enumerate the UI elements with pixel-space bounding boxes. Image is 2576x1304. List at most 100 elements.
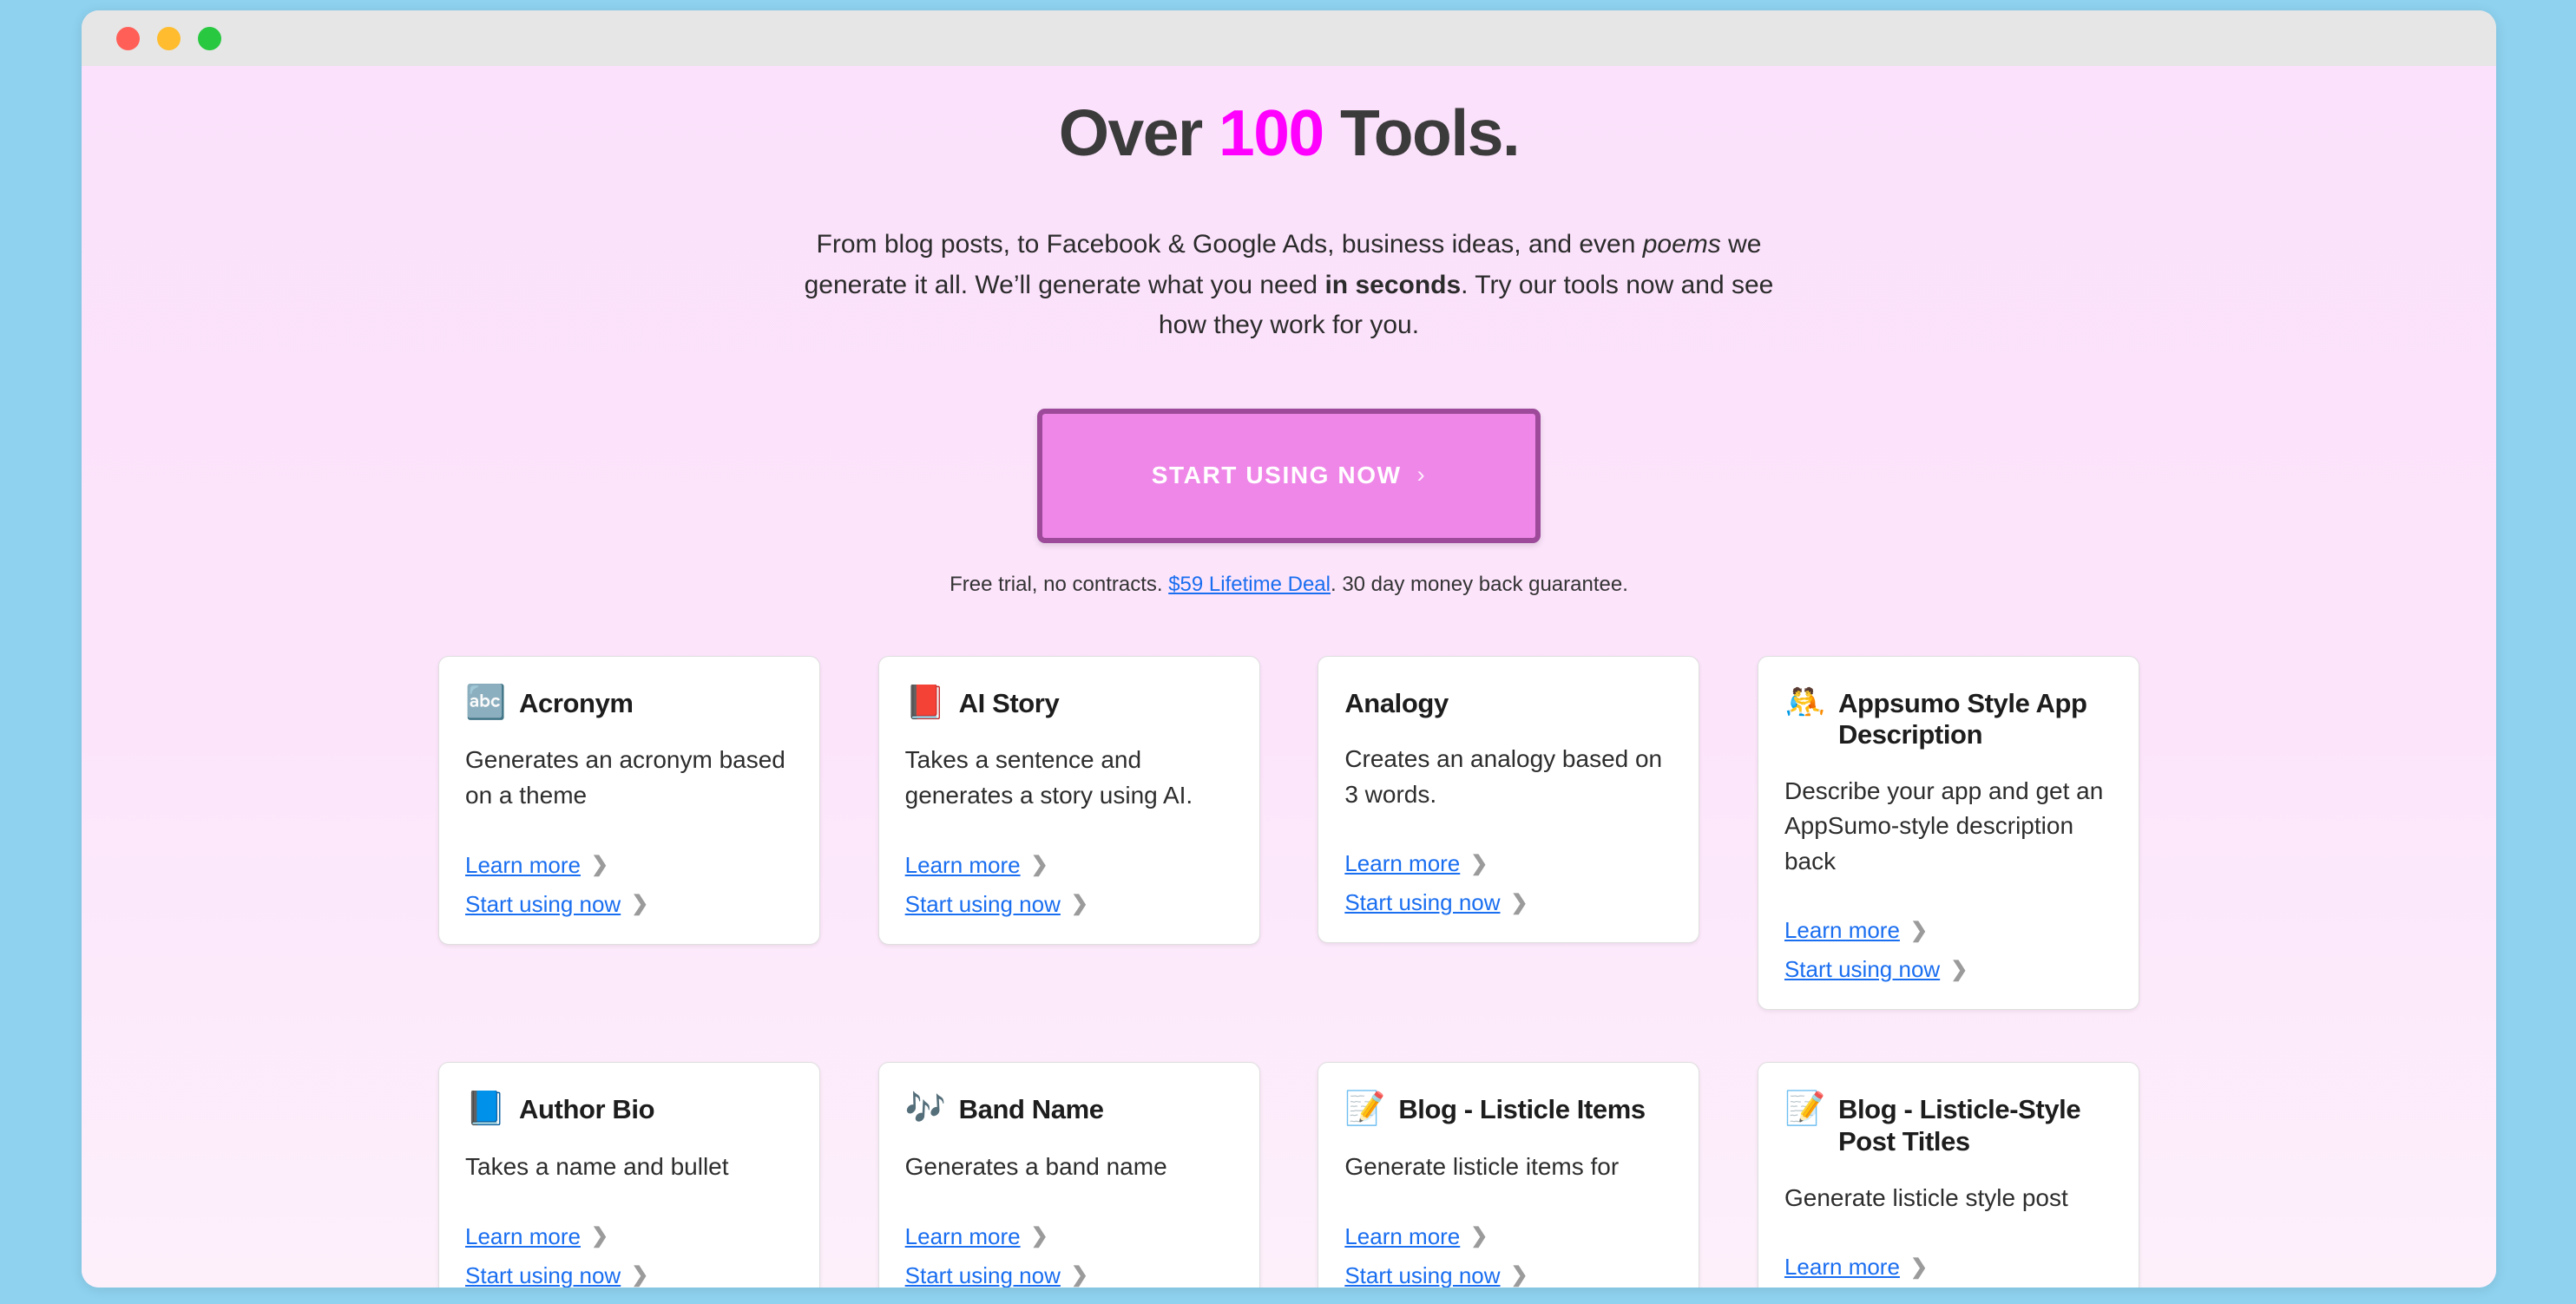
abc-icon: 🔤 bbox=[465, 684, 507, 721]
learn-more-label: Learn more bbox=[465, 851, 581, 878]
chevron-right-icon: ❯ bbox=[1070, 1263, 1088, 1288]
tool-card-description: Takes a sentence and generates a story u… bbox=[904, 746, 1193, 809]
headline-post: Tools. bbox=[1323, 96, 1521, 169]
chevron-right-icon: ❯ bbox=[631, 892, 649, 916]
lifetime-deal-link[interactable]: $59 Lifetime Deal bbox=[1168, 573, 1331, 596]
chevron-right-icon: ❯ bbox=[1030, 853, 1048, 877]
learn-more-label: Learn more bbox=[1344, 1222, 1461, 1249]
tool-card-title: AI Story bbox=[958, 687, 1060, 718]
scroll-quill-icon: 📝 bbox=[1344, 1091, 1386, 1128]
learn-more-link[interactable]: Learn more ❯ bbox=[1344, 1223, 1488, 1250]
chevron-right-icon: ❯ bbox=[1950, 957, 1968, 981]
headline-pre: Over bbox=[1058, 96, 1219, 169]
tools-grid: 🔤 Acronym Generates an acronym based on a … bbox=[438, 655, 2139, 1288]
tool-card-links: Learn more❯Start using now❯ bbox=[465, 1223, 793, 1288]
sumo-wrestler-icon: 🤼 bbox=[1784, 684, 1826, 721]
chevron-right-icon: ❯ bbox=[1470, 851, 1488, 875]
tool-card-links: Learn more ❯ Start using now ❯ bbox=[905, 852, 1233, 918]
learn-more-link[interactable]: Learn more ❯ bbox=[1784, 917, 1928, 944]
start-using-now-link[interactable]: Start using now ❯ bbox=[1344, 889, 1528, 916]
tool-card[interactable]: 📝 Blog - Listicle Items Generate listicle … bbox=[1318, 1062, 1700, 1288]
chevron-right-icon: ❯ bbox=[1510, 890, 1528, 914]
start-using-now-label: Start using now bbox=[904, 890, 1061, 917]
hero-subtext: From blog posts, to Facebook & Google Ad… bbox=[777, 225, 1801, 346]
chevron-right-icon: ❯ bbox=[631, 1263, 649, 1288]
music-notes-icon: 🎶 bbox=[904, 1091, 946, 1128]
tool-card-header: 📘 Author Bio bbox=[465, 1092, 793, 1127]
learn-more-link[interactable]: Learn more ❯ bbox=[465, 1223, 608, 1250]
tool-card-description: Takes a name and bullet bbox=[465, 1153, 729, 1181]
tool-card[interactable]: 🤼 Appsumo Style App Description Describe y… bbox=[1757, 655, 2139, 1011]
tool-card-description: Creates an analogy based on 3 words. bbox=[1344, 745, 1663, 808]
start-using-now-label: Start using now bbox=[1784, 956, 1941, 983]
tool-card-description: Generates a band name bbox=[904, 1153, 1167, 1181]
closed-book-icon: 📕 bbox=[904, 684, 946, 721]
tool-card-links: Learn more❯Start using now❯ bbox=[905, 1223, 1233, 1288]
tool-card[interactable]: 📕 AI Story Takes a sentence and generates … bbox=[877, 655, 1260, 945]
tool-card[interactable]: Analogy Creates an analogy based on 3 wor… bbox=[1318, 655, 1700, 944]
learn-more-link[interactable]: Learn more ❯ bbox=[905, 852, 1048, 879]
start-using-now-link[interactable]: Start using now ❯ bbox=[905, 1262, 1088, 1288]
learn-more-link[interactable]: Learn more ❯ bbox=[1784, 1254, 1928, 1281]
hero-section: Over 100 Tools. From blog posts, to Face… bbox=[82, 66, 2496, 597]
start-using-now-link[interactable]: Start using now ❯ bbox=[465, 1262, 648, 1288]
tool-card-description: Generates an acronym based on a theme bbox=[465, 746, 785, 809]
tool-card-description: Generate listicle items for bbox=[1344, 1153, 1620, 1181]
tool-card-header: 🤼 Appsumo Style App Description bbox=[1784, 684, 2113, 751]
tool-card-header: 📕 AI Story bbox=[904, 684, 1233, 721]
start-using-now-label: Start using now bbox=[465, 890, 621, 917]
learn-more-label: Learn more bbox=[1784, 1254, 1900, 1281]
tool-card[interactable]: 🎶 Band Name Generates a band name Learn mor… bbox=[877, 1062, 1260, 1288]
start-using-now-link[interactable]: Start using now ❯ bbox=[465, 891, 648, 918]
tool-card-links: Learn more❯Start using now❯ bbox=[1344, 850, 1672, 916]
tool-card-header: 📝 Blog - Listicle-Style Post Titles bbox=[1784, 1092, 2113, 1157]
minimize-window-button[interactable] bbox=[157, 26, 181, 50]
start-using-now-link[interactable]: Start using now ❯ bbox=[1344, 1262, 1528, 1288]
tool-card[interactable]: 📝 Blog - Listicle-Style Post Titles Genera… bbox=[1757, 1062, 2139, 1288]
tool-card[interactable]: 📘 Author Bio Takes a name and bullet Learn … bbox=[438, 1062, 820, 1288]
learn-more-link[interactable]: Learn more ❯ bbox=[465, 852, 608, 879]
start-using-now-button[interactable]: START USING NOW › bbox=[1037, 408, 1541, 543]
tool-card-links: Learn more❯Start using now❯ bbox=[1784, 1254, 2113, 1288]
subtext-part-1: From blog posts, to Facebook & Google Ad… bbox=[816, 230, 1643, 259]
chevron-right-icon: ❯ bbox=[590, 853, 609, 877]
chevron-right-icon: › bbox=[1416, 461, 1427, 488]
chevron-right-icon: ❯ bbox=[1470, 1224, 1488, 1248]
tool-card-links: Learn more ❯ Start using now ❯ bbox=[1344, 1223, 1672, 1288]
chevron-right-icon: ❯ bbox=[1510, 1263, 1528, 1288]
page-content: Over 100 Tools. From blog posts, to Face… bbox=[82, 66, 2496, 1288]
learn-more-label: Learn more bbox=[465, 1222, 581, 1249]
tool-card-links: Learn more❯ Start using now ❯ bbox=[1784, 917, 2113, 983]
tool-card-title: Analogy bbox=[1344, 687, 1449, 718]
close-window-button[interactable] bbox=[116, 26, 140, 50]
learn-more-label: Learn more bbox=[904, 1222, 1021, 1249]
tool-card-header: Analogy bbox=[1344, 686, 1672, 720]
tool-card-title: Blog - Listicle Items bbox=[1398, 1094, 1646, 1125]
start-using-now-link[interactable]: Start using now ❯ bbox=[905, 891, 1088, 918]
tool-card-title: Author Bio bbox=[519, 1094, 655, 1125]
learn-more-link[interactable]: Learn more ❯ bbox=[905, 1223, 1048, 1250]
chevron-right-icon: ❯ bbox=[590, 1224, 609, 1248]
learn-more-label: Learn more bbox=[1344, 850, 1461, 877]
tool-card-description: Describe your app and get an AppSumo-sty… bbox=[1784, 777, 2104, 875]
browser-window: Over 100 Tools. From blog posts, to Face… bbox=[82, 10, 2496, 1288]
tool-card-title: Blog - Listicle-Style Post Titles bbox=[1837, 1094, 2081, 1157]
tool-card-links: Learn more ❯ Start using now ❯ bbox=[465, 852, 793, 918]
window-titlebar bbox=[82, 10, 2496, 66]
cta-label: START USING NOW bbox=[1151, 462, 1402, 488]
chevron-right-icon: ❯ bbox=[1070, 892, 1088, 916]
tool-card-title: Acronym bbox=[519, 687, 634, 718]
tool-card[interactable]: 🔤 Acronym Generates an acronym based on a … bbox=[438, 655, 820, 945]
learn-more-label: Learn more bbox=[1784, 917, 1900, 944]
maximize-window-button[interactable] bbox=[198, 26, 221, 50]
tool-card-header: 🔤 Acronym bbox=[465, 684, 793, 721]
learn-more-link[interactable]: Learn more ❯ bbox=[1344, 850, 1488, 877]
start-using-now-link[interactable]: Start using now ❯ bbox=[1784, 956, 1968, 983]
tool-card-title: Appsumo Style App Description bbox=[1837, 687, 2087, 750]
tool-card-header: 🎶 Band Name bbox=[905, 1092, 1233, 1127]
cta-fineprint: Free trial, no contracts. $59 Lifetime D… bbox=[82, 573, 2496, 597]
cta-container: START USING NOW › bbox=[82, 408, 2496, 543]
start-using-now-label: Start using now bbox=[1344, 1261, 1501, 1288]
fineprint-part-1: Free trial, no contracts. bbox=[950, 572, 1169, 596]
learn-more-label: Learn more bbox=[904, 851, 1021, 878]
